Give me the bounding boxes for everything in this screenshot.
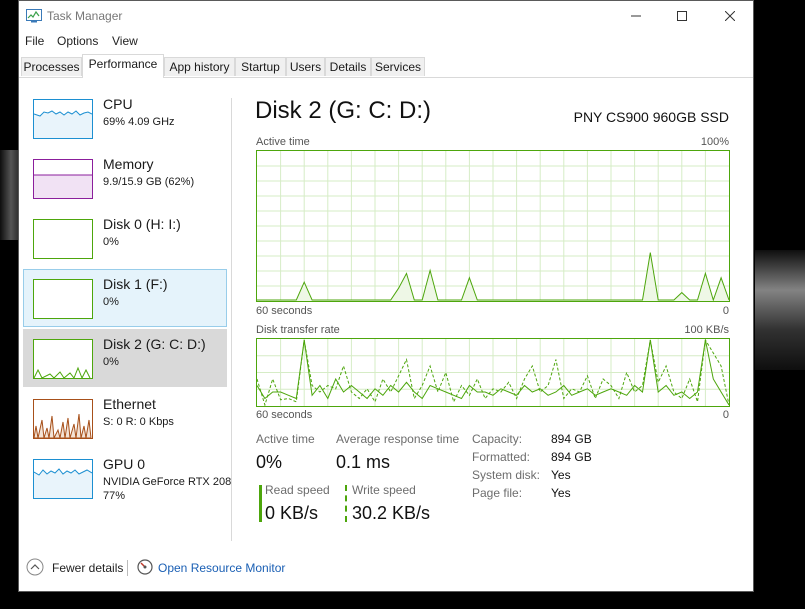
active-time-graph-label: Active time xyxy=(256,136,310,148)
title-bar[interactable]: Task Manager xyxy=(19,1,753,33)
window-title: Task Manager xyxy=(47,9,123,23)
system-disk-value: Yes xyxy=(551,468,571,482)
tab-bar: Processes Performance App history Startu… xyxy=(19,54,753,78)
tab-services[interactable]: Services xyxy=(371,57,425,76)
disk-2-thumbnail xyxy=(33,339,93,379)
avg-response-value: 0.1 ms xyxy=(336,452,391,472)
memory-mini-graph xyxy=(34,174,92,198)
menu-view[interactable]: View xyxy=(112,34,138,48)
read-speed-value: 0 KB/s xyxy=(265,503,319,523)
transfer-graph-max: 100 KB/s xyxy=(684,324,729,336)
tab-performance[interactable]: Performance xyxy=(82,54,164,78)
sidebar-item-cpu[interactable]: CPU 69% 4.09 GHz xyxy=(23,89,227,147)
tab-startup[interactable]: Startup xyxy=(235,57,286,76)
menu-file[interactable]: File xyxy=(25,34,44,48)
capacity-label: Capacity: xyxy=(472,432,523,446)
footer: Fewer details Open Resource Monitor xyxy=(19,551,753,585)
minimize-button[interactable] xyxy=(613,1,659,31)
minimize-icon xyxy=(631,15,641,17)
active-time-value: 0% xyxy=(256,452,283,472)
page-file-value: Yes xyxy=(551,486,571,500)
read-speed-indicator xyxy=(259,485,262,522)
menu-options[interactable]: Options xyxy=(57,34,98,48)
sidebar-item-name: Ethernet xyxy=(103,396,156,412)
disk-1-thumbnail xyxy=(33,279,93,319)
tab-details[interactable]: Details xyxy=(325,57,371,76)
sidebar-divider xyxy=(231,98,232,541)
write-speed-value: 30.2 KB/s xyxy=(352,503,431,523)
sidebar-item-sub: NVIDIA GeForce RTX 2080 xyxy=(103,476,231,488)
active-time-chart xyxy=(257,151,729,301)
sidebar-item-name: Disk 0 (H: I:) xyxy=(103,216,181,232)
task-manager-icon xyxy=(26,9,42,23)
active-time-label: Active time xyxy=(256,432,315,446)
avg-response-label: Average response time xyxy=(336,432,460,446)
ethernet-thumbnail xyxy=(33,399,93,439)
active-time-graph xyxy=(256,150,730,302)
task-manager-window: Task Manager File Options View Processes… xyxy=(18,0,754,592)
sidebar-item-sub: 69% 4.09 GHz xyxy=(103,116,175,128)
sidebar-item-name: GPU 0 xyxy=(103,456,146,472)
sidebar-item-sub2: 77% xyxy=(103,490,126,502)
transfer-graph-label: Disk transfer rate xyxy=(256,324,340,336)
sidebar-item-name: Disk 1 (F:) xyxy=(103,276,168,292)
chevron-up-icon[interactable] xyxy=(26,558,44,576)
ethernet-mini-graph xyxy=(34,413,92,438)
sidebar-item-name: Memory xyxy=(103,156,154,172)
page-title: Disk 2 (G: C: D:) xyxy=(255,97,432,124)
footer-divider xyxy=(127,560,128,576)
sidebar-item-sub: 9.9/15.9 GB (62%) xyxy=(103,176,195,188)
gpu-thumbnail xyxy=(33,459,93,499)
disk-2-mini-graph xyxy=(34,366,91,378)
resource-monitor-icon xyxy=(137,559,153,575)
background-right xyxy=(755,250,805,370)
open-resource-monitor-link[interactable]: Open Resource Monitor xyxy=(158,561,285,575)
write-speed-label: Write speed xyxy=(352,483,416,497)
transfer-rate-graph xyxy=(256,338,730,407)
memory-thumbnail xyxy=(33,159,93,199)
sidebar-item-gpu-0[interactable]: GPU 0 NVIDIA GeForce RTX 2080 77% xyxy=(23,449,231,507)
cpu-thumbnail xyxy=(33,99,93,139)
formatted-label: Formatted: xyxy=(472,450,531,464)
sidebar-item-sub: 0% xyxy=(103,296,119,308)
cpu-mini-graph xyxy=(34,110,92,138)
fewer-details-button[interactable]: Fewer details xyxy=(52,561,123,575)
maximize-icon xyxy=(677,11,687,21)
system-disk-label: System disk: xyxy=(472,468,541,482)
tab-processes[interactable]: Processes xyxy=(21,57,82,76)
transfer-graph-min: 0 xyxy=(722,409,729,421)
disk-0-thumbnail xyxy=(33,219,93,259)
tab-app-history[interactable]: App history xyxy=(164,57,235,76)
page-file-label: Page file: xyxy=(472,486,523,500)
write-speed-indicator xyxy=(345,485,347,522)
sidebar-item-name: Disk 2 (G: C: D:) xyxy=(103,336,206,352)
sidebar-item-ethernet[interactable]: Ethernet S: 0 R: 0 Kbps xyxy=(23,389,227,447)
formatted-value: 894 GB xyxy=(551,450,592,464)
transfer-rate-chart xyxy=(257,339,729,406)
sidebar-item-memory[interactable]: Memory 9.9/15.9 GB (62%) xyxy=(23,149,227,207)
active-time-graph-time: 60 seconds xyxy=(256,305,313,317)
sidebar-item-sub: 0% xyxy=(103,236,119,248)
sidebar-item-disk-1[interactable]: Disk 1 (F:) 0% xyxy=(23,269,227,327)
tab-users[interactable]: Users xyxy=(286,57,325,76)
read-speed-label: Read speed xyxy=(265,483,330,497)
sidebar-item-disk-0[interactable]: Disk 0 (H: I:) 0% xyxy=(23,209,227,267)
close-icon xyxy=(725,11,735,21)
transfer-graph-time: 60 seconds xyxy=(256,409,313,421)
sidebar-item-disk-2[interactable]: Disk 2 (G: C: D:) 0% xyxy=(23,329,227,387)
close-button[interactable] xyxy=(707,1,753,31)
disk-model: PNY CS900 960GB SSD xyxy=(573,109,729,125)
active-time-graph-max: 100% xyxy=(700,136,729,148)
sidebar-item-sub: 0% xyxy=(103,356,119,368)
sidebar-item-name: CPU xyxy=(103,96,133,112)
sidebar-item-sub: S: 0 R: 0 Kbps xyxy=(103,416,174,428)
active-time-graph-min: 0 xyxy=(722,305,729,317)
maximize-button[interactable] xyxy=(659,1,705,31)
gpu-mini-graph xyxy=(34,468,92,498)
capacity-value: 894 GB xyxy=(551,432,592,446)
